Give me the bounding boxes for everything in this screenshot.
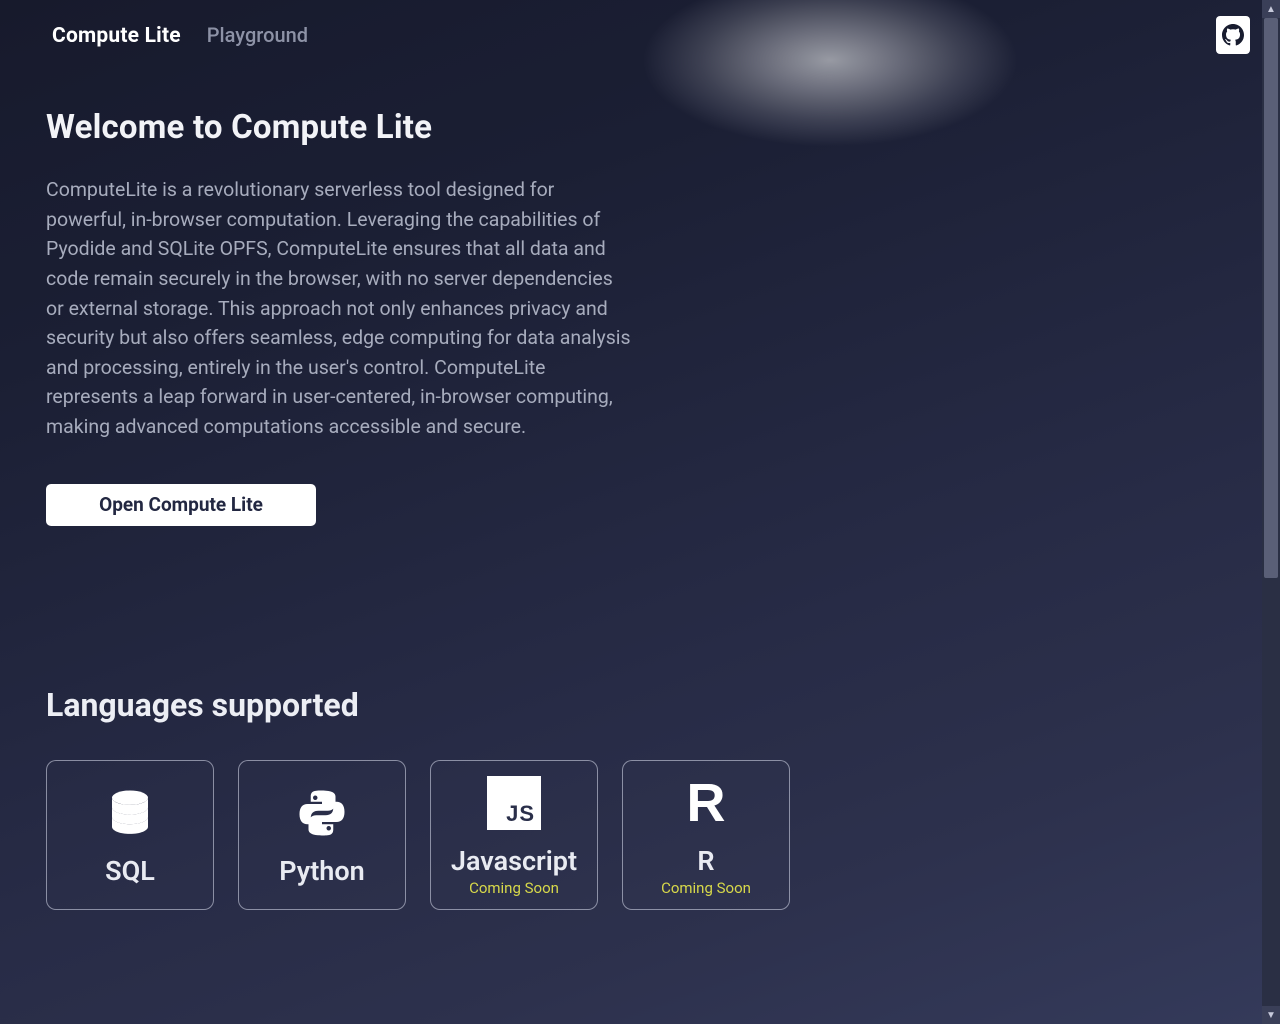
js-square-icon: JS xyxy=(487,776,541,830)
database-icon xyxy=(103,785,157,841)
language-card-r[interactable]: R R Coming Soon xyxy=(622,760,790,910)
nav-link-playground[interactable]: Playground xyxy=(207,23,308,47)
scroll-up-button[interactable]: ▲ xyxy=(1262,0,1280,18)
language-name: R xyxy=(697,845,714,877)
languages-section: Languages supported SQL xyxy=(0,686,1280,910)
languages-grid: SQL Python JS Javascript Coming Soon xyxy=(46,760,1228,910)
language-name: Javascript xyxy=(451,845,577,877)
hero-section: Welcome to Compute Lite ComputeLite is a… xyxy=(0,56,700,526)
r-letter-icon: R xyxy=(687,776,726,830)
open-compute-lite-button[interactable]: Open Compute Lite xyxy=(46,484,316,526)
top-nav: Compute Lite Playground xyxy=(0,0,1280,56)
page: Compute Lite Playground Welcome to Compu… xyxy=(0,0,1280,1024)
language-card-javascript[interactable]: JS Javascript Coming Soon xyxy=(430,760,598,910)
language-name: SQL xyxy=(105,855,155,887)
github-button[interactable] xyxy=(1216,16,1250,54)
language-card-python[interactable]: Python xyxy=(238,760,406,910)
javascript-icon: JS xyxy=(487,775,541,831)
brand-link[interactable]: Compute Lite xyxy=(52,24,181,48)
scrollbar-thumb[interactable] xyxy=(1264,18,1278,578)
python-icon xyxy=(295,785,349,841)
language-note: Coming Soon xyxy=(469,879,559,897)
language-name: Python xyxy=(279,855,364,887)
language-card-sql[interactable]: SQL xyxy=(46,760,214,910)
nav-left: Compute Lite Playground xyxy=(52,23,308,48)
languages-heading: Languages supported xyxy=(46,686,1228,724)
r-icon: R xyxy=(687,775,726,831)
github-icon xyxy=(1222,24,1244,46)
scrollbar-track[interactable]: ▲ ▼ xyxy=(1262,0,1280,1024)
language-note: Coming Soon xyxy=(661,879,751,897)
scroll-down-button[interactable]: ▼ xyxy=(1262,1006,1280,1024)
hero-title: Welcome to Compute Lite xyxy=(46,108,648,147)
hero-description: ComputeLite is a revolutionary serverles… xyxy=(46,175,634,442)
